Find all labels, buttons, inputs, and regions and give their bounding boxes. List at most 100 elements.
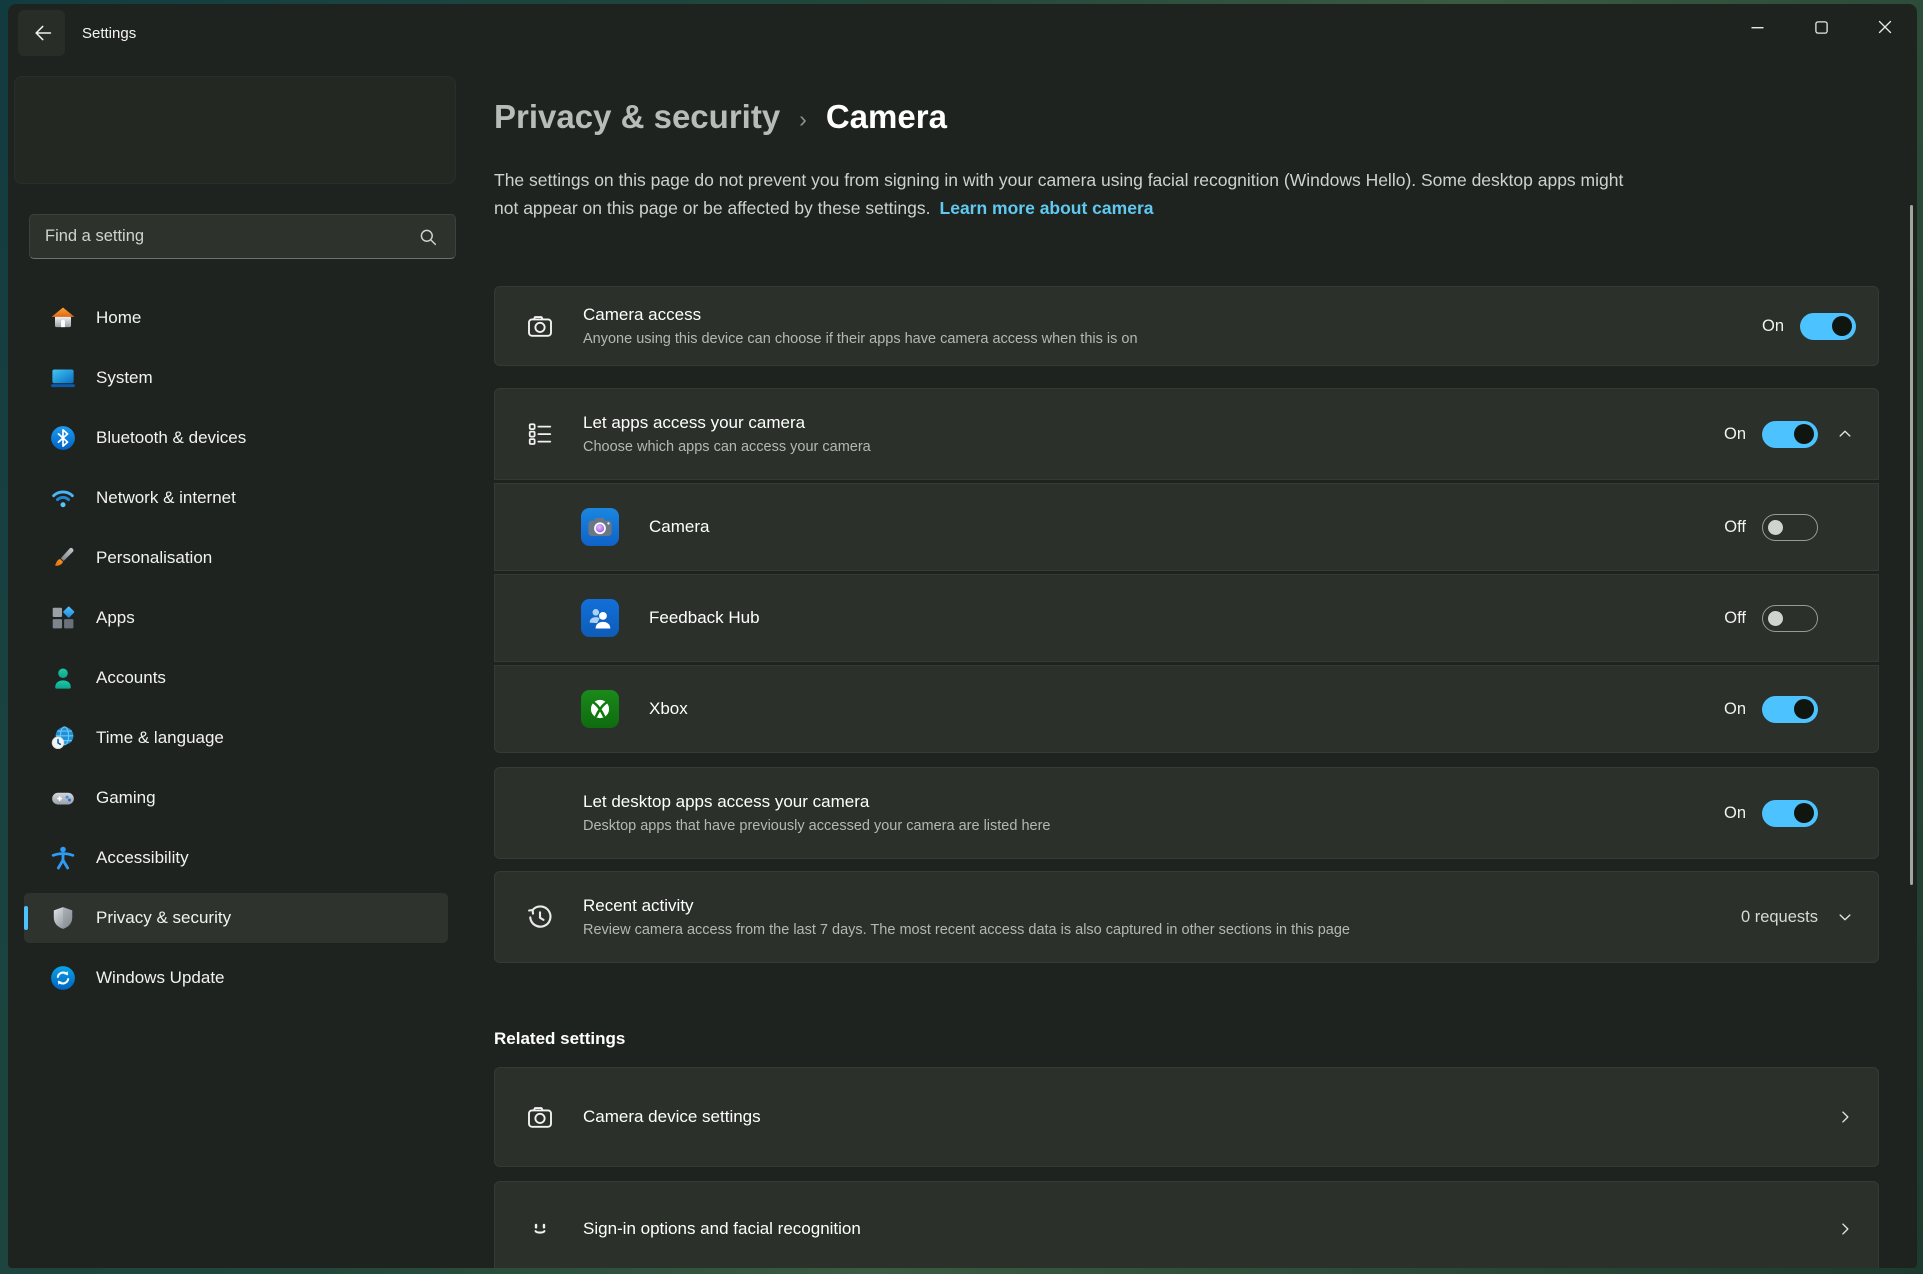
app-name: Xbox (649, 699, 688, 719)
toggle-knob (1832, 316, 1852, 336)
row-subtitle: Review camera access from the last 7 day… (583, 922, 1350, 938)
user-profile-card[interactable] (14, 76, 456, 184)
sidebar-item-system[interactable]: System (24, 353, 448, 403)
search-box (29, 214, 456, 259)
sidebar-item-label: Accounts (96, 668, 166, 688)
camera-device-settings-row[interactable]: Camera device settings (494, 1067, 1879, 1167)
sidebar-item-privacy-security[interactable]: Privacy & security (24, 893, 448, 943)
home-icon (50, 305, 76, 331)
camera-access-toggle[interactable] (1800, 313, 1856, 340)
related-settings-heading: Related settings (494, 1027, 1879, 1051)
let-apps-toggle[interactable] (1762, 421, 1818, 448)
privacy-shield-icon (50, 905, 76, 931)
maximize-icon (1815, 21, 1828, 34)
accessibility-person-icon (50, 845, 76, 871)
sidebar-nav: Home System (8, 293, 466, 1003)
toggle-state-label: On (1762, 317, 1784, 336)
app-list-icon (525, 420, 555, 448)
sidebar-item-accounts[interactable]: Accounts (24, 653, 448, 703)
sidebar-item-label: Gaming (96, 788, 156, 808)
camera-access-row[interactable]: Camera access Anyone using this device c… (494, 286, 1879, 366)
sidebar: Home System (8, 62, 466, 1268)
titlebar: Settings (8, 4, 1917, 62)
minimize-icon (1751, 21, 1764, 34)
feedback-hub-toggle[interactable] (1762, 605, 1818, 632)
app-row-xbox[interactable]: Xbox On (494, 665, 1879, 753)
related-item-label: Sign-in options and facial recognition (583, 1219, 861, 1239)
main-content: Privacy & security › Camera The settings… (466, 62, 1917, 1268)
sidebar-item-apps[interactable]: Apps (24, 593, 448, 643)
camera-app-icon (581, 508, 619, 546)
toggle-state-label: Off (1724, 518, 1746, 537)
app-row-feedback-hub[interactable]: Feedback Hub Off (494, 574, 1879, 662)
toggle-knob (1768, 611, 1783, 626)
chevron-down-icon[interactable] (1834, 908, 1856, 926)
sidebar-item-personalisation[interactable]: Personalisation (24, 533, 448, 583)
row-subtitle: Anyone using this device can choose if t… (583, 331, 1138, 347)
toggle-state-label: On (1724, 804, 1746, 823)
description-line2: not appear on this page or be affected b… (494, 198, 931, 218)
app-title: Settings (82, 25, 136, 42)
xbox-icon (581, 690, 619, 728)
sidebar-item-home[interactable]: Home (24, 293, 448, 343)
app-name: Camera (649, 517, 709, 537)
time-language-globe-icon (50, 725, 76, 751)
app-row-camera[interactable]: Camera Off (494, 483, 1879, 571)
breadcrumb-separator-icon: › (799, 94, 807, 140)
related-item-label: Camera device settings (583, 1107, 761, 1127)
xbox-toggle[interactable] (1762, 696, 1818, 723)
minimize-button[interactable] (1725, 4, 1789, 50)
sidebar-item-label: Bluetooth & devices (96, 428, 246, 448)
history-icon (525, 902, 555, 932)
vertical-scrollbar[interactable] (1910, 205, 1913, 885)
chevron-right-icon (1834, 1108, 1856, 1126)
sidebar-item-bluetooth[interactable]: Bluetooth & devices (24, 413, 448, 463)
learn-more-link[interactable]: Learn more about camera (940, 198, 1154, 218)
page-title: Camera (826, 96, 947, 138)
back-arrow-icon (31, 22, 53, 44)
desktop-apps-toggle[interactable] (1762, 800, 1818, 827)
row-subtitle: Choose which apps can access your camera (583, 439, 871, 455)
recent-requests-count: 0 requests (1741, 908, 1818, 927)
toggle-knob (1794, 803, 1814, 823)
sidebar-item-windows-update[interactable]: Windows Update (24, 953, 448, 1003)
row-title: Recent activity (583, 896, 1350, 916)
sidebar-item-label: Privacy & security (96, 908, 231, 928)
system-icon (50, 365, 76, 391)
sidebar-item-network[interactable]: Network & internet (24, 473, 448, 523)
toggle-knob (1768, 520, 1783, 535)
chevron-right-icon (1834, 1220, 1856, 1238)
sign-in-options-row[interactable]: Sign-in options and facial recognition (494, 1181, 1879, 1268)
camera-app-toggle[interactable] (1762, 514, 1818, 541)
recent-activity-row[interactable]: Recent activity Review camera access fro… (494, 871, 1879, 963)
window-controls (1725, 4, 1917, 62)
sidebar-item-label: Personalisation (96, 548, 212, 568)
close-button[interactable] (1853, 4, 1917, 50)
chevron-up-icon[interactable] (1834, 425, 1856, 443)
search-input[interactable] (30, 227, 417, 246)
sidebar-item-time-language[interactable]: Time & language (24, 713, 448, 763)
description-line1: The settings on this page do not prevent… (494, 170, 1623, 190)
breadcrumb-parent[interactable]: Privacy & security (494, 96, 780, 138)
sidebar-item-label: Network & internet (96, 488, 236, 508)
camera-outline-icon (525, 311, 555, 341)
toggle-state-label: Off (1724, 609, 1746, 628)
settings-window: Settings (8, 4, 1917, 1268)
sidebar-item-label: Apps (96, 608, 135, 628)
app-name: Feedback Hub (649, 608, 760, 628)
let-apps-access-row[interactable]: Let apps access your camera Choose which… (494, 388, 1879, 480)
back-button[interactable] (18, 10, 65, 56)
row-title: Camera access (583, 305, 1138, 325)
bluetooth-icon (50, 425, 76, 451)
desktop-apps-row[interactable]: Let desktop apps access your camera Desk… (494, 767, 1879, 859)
row-title: Let apps access your camera (583, 413, 871, 433)
sidebar-item-accessibility[interactable]: Accessibility (24, 833, 448, 883)
toggle-knob (1794, 424, 1814, 444)
close-icon (1878, 20, 1892, 34)
sidebar-item-gaming[interactable]: Gaming (24, 773, 448, 823)
toggle-state-label: On (1724, 700, 1746, 719)
maximize-button[interactable] (1789, 4, 1853, 50)
personalisation-brush-icon (50, 545, 76, 571)
windows-update-icon (50, 965, 76, 991)
search-icon[interactable] (417, 226, 441, 248)
